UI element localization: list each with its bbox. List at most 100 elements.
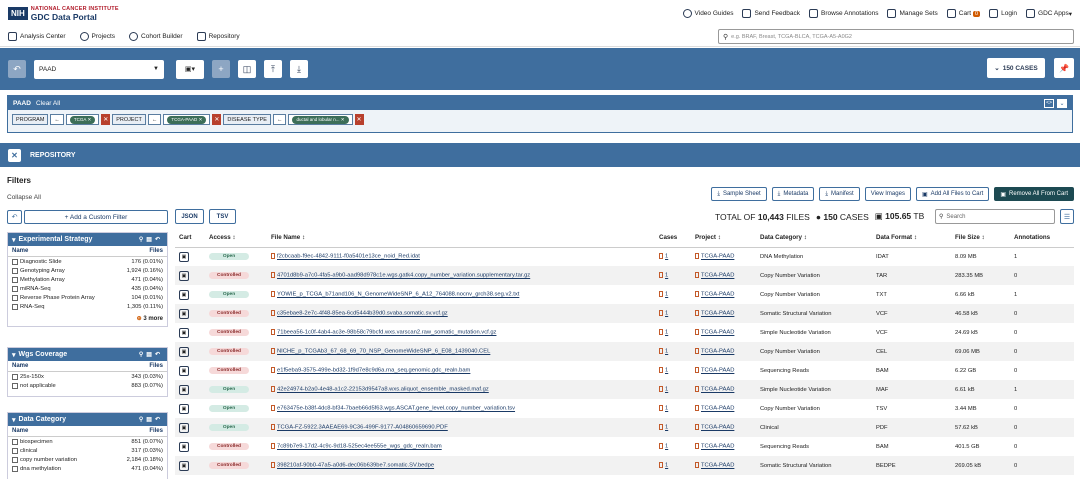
file-link[interactable]: e1f5eba9-3575-499e-bd32-1f9d7e8c9d6a.rna… [277, 368, 470, 374]
facet-tools[interactable]: ⚲▤↶ [139, 236, 163, 243]
add-custom-filter-button[interactable]: + Add a Custom Filter [24, 210, 168, 224]
show-more-link[interactable]: ⊕ 3 more [8, 311, 167, 326]
facet-option[interactable]: copy number variation 2,184 (0.18%) [8, 455, 167, 464]
facet-option[interactable]: biospecimen 851 (0.07%) [8, 437, 167, 446]
add-to-cart-icon[interactable]: ▣ [179, 422, 189, 433]
facet-option[interactable]: Diagnostic Slide 176 (0.01%) [8, 257, 167, 266]
pin-icon[interactable]: 📌 [1054, 58, 1074, 78]
collapse-all-link[interactable]: Collapse All [7, 194, 41, 201]
add-to-cart-icon[interactable]: ▣ [179, 403, 189, 414]
facet-option[interactable]: Genotyping Array 1,924 (0.16%) [8, 266, 167, 275]
file-link[interactable]: NICHE_p_TCGAb3_67_68_69_70_NSP_GenomeWid… [277, 349, 490, 355]
checkbox[interactable] [12, 303, 18, 310]
add-to-cart-icon[interactable]: ▣ [179, 346, 189, 357]
chevron-down-icon[interactable]: ▾ [12, 416, 16, 424]
file-link[interactable]: YOWIE_p_TCGA_b71and106_N_GenomeWideSNP_6… [277, 292, 519, 298]
checkbox[interactable] [12, 382, 18, 389]
quick-search-input[interactable]: ⚲ e.g. BRAF, Breast, TCGA-BLCA, TCGA-A5-… [718, 29, 1074, 44]
filter-pill-disease-type[interactable]: ductal and lobular n... ✕ [292, 115, 349, 124]
facet-option[interactable]: Methylation Array 471 (0.04%) [8, 275, 167, 284]
filter-pill-program[interactable]: TCGA ✕ [69, 115, 96, 124]
project-link[interactable]: TCGA-PAAD [701, 254, 734, 260]
col-cases[interactable]: Cases [655, 229, 691, 248]
gdc-logo[interactable]: NIH NATIONAL CANCER INSTITUTE GDC Data P… [8, 6, 119, 22]
facet-option[interactable]: Reverse Phase Protein Array 104 (0.01%) [8, 293, 167, 302]
col-data-format[interactable]: Data Format ↕ [872, 229, 951, 248]
nav-manage-sets[interactable]: Manage Sets [887, 9, 938, 18]
chevron-down-icon[interactable]: ▾ [12, 351, 16, 359]
add-to-cart-icon[interactable]: ▣ [179, 441, 189, 452]
checkbox[interactable] [12, 294, 18, 301]
sort-name[interactable]: Name [12, 428, 28, 434]
nav-repository[interactable]: Repository [196, 32, 240, 41]
file-link[interactable]: c35ebae8-2e7c-4f48-85ea-6cd5444b39d0.sva… [277, 311, 448, 317]
nav-analysis-center[interactable]: Analysis Center [8, 32, 66, 41]
project-link[interactable]: TCGA-PAAD [701, 311, 734, 317]
filter-field-program[interactable]: PROGRAM [12, 114, 49, 125]
cases-link[interactable]: 1 [665, 330, 668, 336]
nav-cart[interactable]: Cart 0 [946, 9, 981, 18]
file-link[interactable]: 398210af-90b0-47a5-a0d6-dec06b639be7.som… [277, 463, 434, 469]
add-cohort-button[interactable]: + [212, 60, 230, 78]
col-file-size[interactable]: File Size ↕ [951, 229, 1010, 248]
add-to-cart-icon[interactable]: ▣ [179, 327, 189, 338]
facet-option[interactable]: 25x-150x 343 (0.03%) [8, 372, 167, 381]
cohort-select[interactable]: PAAD ▼ [34, 59, 164, 79]
filter-operator[interactable]: ← [147, 114, 162, 125]
remove-filter-icon[interactable]: ✕ [354, 114, 364, 125]
checkbox[interactable] [12, 465, 18, 472]
filter-field-project[interactable]: PROJECT [112, 114, 146, 125]
upload-cohort-button[interactable]: ⤒ [264, 60, 282, 78]
project-link[interactable]: TCGA-PAAD [701, 444, 734, 450]
col-project[interactable]: Project ↕ [691, 229, 756, 248]
project-link[interactable]: TCGA-PAAD [701, 387, 734, 393]
facet-option[interactable]: not applicable 883 (0.07%) [8, 381, 167, 390]
cases-link[interactable]: 1 [665, 273, 668, 279]
json-export-button[interactable]: JSON [175, 209, 204, 224]
project-link[interactable]: TCGA-PAAD [701, 425, 734, 431]
facet-option[interactable]: miRNA-Seq 435 (0.04%) [8, 284, 167, 293]
project-link[interactable]: TCGA-PAAD [701, 463, 734, 469]
facet-option[interactable]: RNA-Seq 1,305 (0.11%) [8, 302, 167, 311]
sample-sheet-button[interactable]: ⤓ Sample Sheet [711, 187, 767, 201]
checkbox[interactable] [12, 456, 18, 463]
cases-count-button[interactable]: ⌄ 150 CASES [987, 58, 1045, 78]
cases-link[interactable]: 1 [665, 406, 668, 412]
undo-button[interactable]: ↶ [8, 60, 26, 78]
sort-files[interactable]: Files [149, 428, 163, 434]
nav-projects[interactable]: Projects [79, 32, 115, 41]
project-link[interactable]: TCGA-PAAD [701, 330, 734, 336]
column-menu-icon[interactable]: ☰ [1060, 209, 1074, 224]
nav-video-guides[interactable]: Video Guides [682, 9, 733, 18]
facet-option[interactable]: clinical 317 (0.03%) [8, 446, 167, 455]
project-link[interactable]: TCGA-PAAD [701, 273, 734, 279]
checkbox[interactable] [12, 373, 18, 380]
remove-filter-icon[interactable]: ✕ [101, 114, 111, 125]
facet-tools[interactable]: ⚲▤↶ [139, 351, 163, 358]
file-link[interactable]: 42e24974-b2a0-4e48-a1c2-22153d9547a8.wxs… [277, 387, 489, 393]
delete-cohort-button[interactable]: ◫ [238, 60, 256, 78]
nav-browse-annotations[interactable]: Browse Annotations [809, 9, 878, 18]
save-cohort-button[interactable]: ▣▾ [176, 59, 204, 79]
sort-name[interactable]: Name [12, 363, 28, 369]
file-link[interactable]: 7c89b7e9-17d2-4c9c-9d18-525ec4ee555e_wgs… [277, 444, 442, 450]
remove-all-from-cart-button[interactable]: ▣ Remove All From Cart [994, 187, 1074, 201]
project-link[interactable]: TCGA-PAAD [701, 406, 734, 412]
facet-option[interactable]: dna methylation 471 (0.04%) [8, 464, 167, 473]
project-link[interactable]: TCGA-PAAD [701, 368, 734, 374]
add-all-to-cart-button[interactable]: ▣ Add All Files to Cart [915, 187, 990, 201]
add-to-cart-icon[interactable]: ▣ [179, 384, 189, 395]
checkbox[interactable] [12, 447, 18, 454]
col-file-name[interactable]: File Name ↕ [267, 229, 655, 248]
collapse-toggle-icon[interactable]: <> [1044, 98, 1054, 108]
checkbox[interactable] [12, 438, 18, 445]
add-to-cart-icon[interactable]: ▣ [179, 460, 189, 471]
add-to-cart-icon[interactable]: ▣ [179, 289, 189, 300]
nav-send-feedback[interactable]: Send Feedback [742, 9, 800, 18]
filter-operator[interactable]: ← [50, 114, 64, 125]
checkbox[interactable] [12, 267, 18, 274]
col-access[interactable]: Access ↕ [205, 229, 267, 248]
close-icon[interactable]: ✕ [8, 148, 21, 162]
tsv-export-button[interactable]: TSV [209, 209, 236, 224]
sort-files[interactable]: Files [149, 363, 163, 369]
